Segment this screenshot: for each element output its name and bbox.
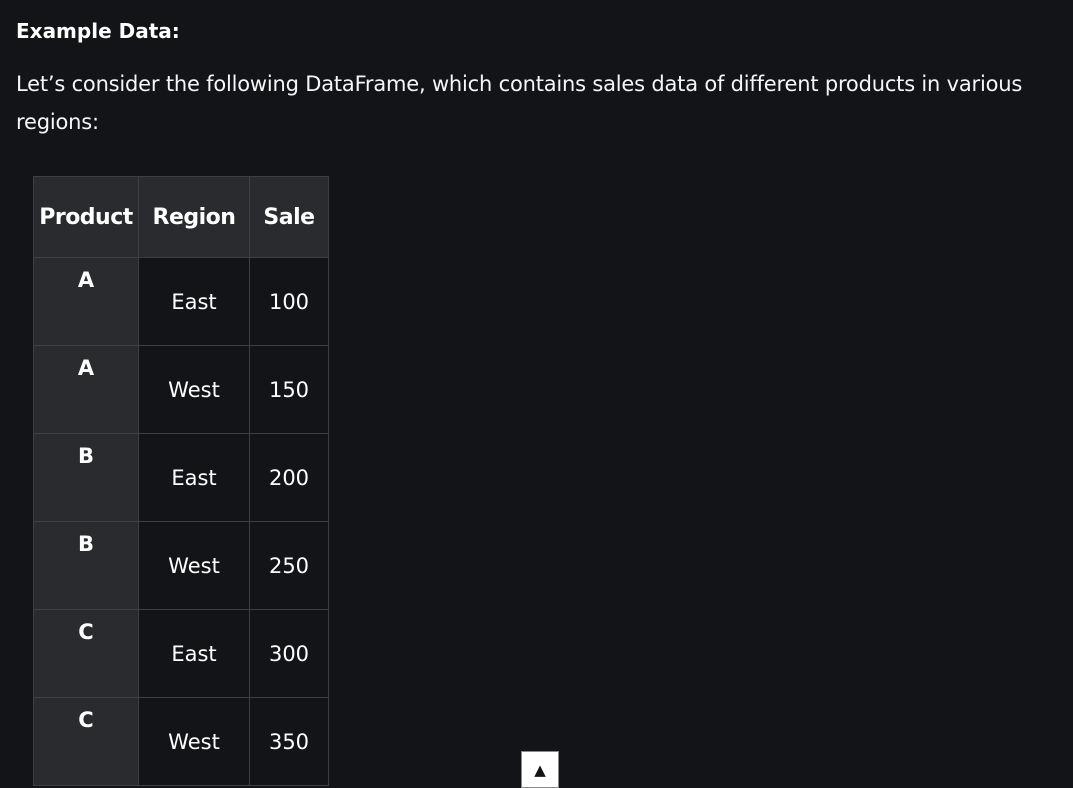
cell-sale: 300 — [249, 609, 329, 698]
section-heading: Example Data: — [16, 19, 180, 43]
intro-paragraph: Let’s consider the following DataFrame, … — [16, 72, 1023, 134]
table-row: A West 150 — [33, 345, 329, 434]
table-row: C West 350 — [33, 697, 329, 786]
cell-sale: 200 — [249, 433, 329, 522]
cell-product: B — [33, 521, 139, 610]
table-row: C East 300 — [33, 609, 329, 698]
cell-product: C — [33, 609, 139, 698]
cell-product: B — [33, 433, 139, 522]
article-page: Example Data: Let’s consider the followi… — [0, 0, 1073, 788]
cell-region: West — [138, 697, 250, 786]
table-header-row: Product Region Sale — [33, 176, 329, 258]
cell-region: East — [138, 433, 250, 522]
cell-product: A — [33, 257, 139, 346]
cell-sale: 150 — [249, 345, 329, 434]
cell-product: A — [33, 345, 139, 434]
cell-sale: 100 — [249, 257, 329, 346]
cell-region: East — [138, 257, 250, 346]
cell-product: C — [33, 697, 139, 786]
scroll-to-top-button[interactable]: ▲ — [521, 751, 559, 788]
table-row: B West 250 — [33, 521, 329, 610]
column-header-sale: Sale — [249, 176, 329, 258]
cell-region: West — [138, 521, 250, 610]
cell-region: West — [138, 345, 250, 434]
column-header-region: Region — [138, 176, 250, 258]
cell-region: East — [138, 609, 250, 698]
column-header-product: Product — [33, 176, 139, 258]
table-row: A East 100 — [33, 257, 329, 346]
arrow-up-icon: ▲ — [534, 760, 546, 779]
cell-sale: 250 — [249, 521, 329, 610]
cell-sale: 350 — [249, 697, 329, 786]
sales-dataframe-table: Product Region Sale A East 100 A West 15… — [33, 176, 329, 786]
table-row: B East 200 — [33, 433, 329, 522]
